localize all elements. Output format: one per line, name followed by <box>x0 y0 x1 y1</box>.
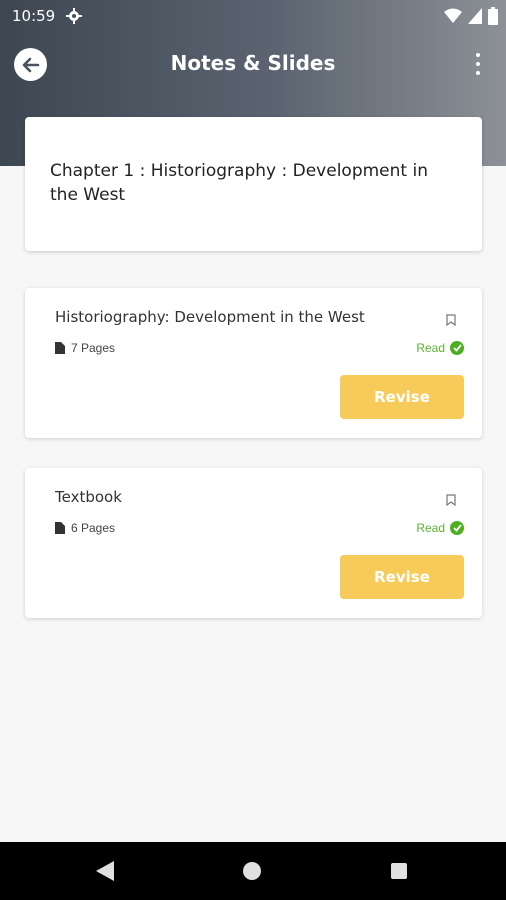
revise-button[interactable]: Revise <box>340 555 464 599</box>
chapter-card: Chapter 1 : Historiography : Development… <box>25 117 482 251</box>
status-time: 10:59 <box>12 7 56 25</box>
document-card[interactable]: Historiography: Development in the West … <box>25 288 482 438</box>
dot-icon <box>476 71 480 76</box>
read-status: Read <box>416 341 464 355</box>
bookmark-icon[interactable] <box>446 494 456 506</box>
nav-back-icon[interactable] <box>96 861 114 881</box>
status-icons <box>444 7 498 25</box>
battery-icon <box>488 7 498 25</box>
dot-icon <box>476 61 480 66</box>
bookmark-icon[interactable] <box>446 314 456 326</box>
app-bar: Notes & Slides <box>0 32 506 98</box>
page-count: 7 Pages <box>55 341 115 355</box>
wifi-icon <box>444 8 462 23</box>
revise-button[interactable]: Revise <box>340 375 464 419</box>
chapter-title: Chapter 1 : Historiography : Development… <box>50 161 428 205</box>
document-title: Historiography: Development in the West <box>55 308 365 326</box>
settings-gear-icon <box>66 8 82 24</box>
read-status: Read <box>416 521 464 535</box>
system-navigation-bar <box>0 842 506 900</box>
status-bar: 10:59 <box>0 0 506 32</box>
nav-recents-icon[interactable] <box>391 863 407 879</box>
document-icon <box>55 342 65 354</box>
document-card[interactable]: Textbook 6 Pages Read Revise <box>25 468 482 618</box>
nav-home-icon[interactable] <box>243 862 261 880</box>
read-status-label: Read <box>416 341 445 355</box>
check-circle-icon <box>450 521 464 535</box>
page-count-label: 7 Pages <box>71 341 116 355</box>
signal-icon <box>468 8 482 24</box>
read-status-label: Read <box>416 521 445 535</box>
check-circle-icon <box>450 341 464 355</box>
page-title: Notes & Slides <box>170 51 336 75</box>
page-count-label: 6 Pages <box>71 521 116 535</box>
document-icon <box>55 522 65 534</box>
overflow-menu-button[interactable] <box>470 50 486 78</box>
document-title: Textbook <box>55 488 122 506</box>
page-count: 6 Pages <box>55 521 115 535</box>
dot-icon <box>476 52 480 57</box>
